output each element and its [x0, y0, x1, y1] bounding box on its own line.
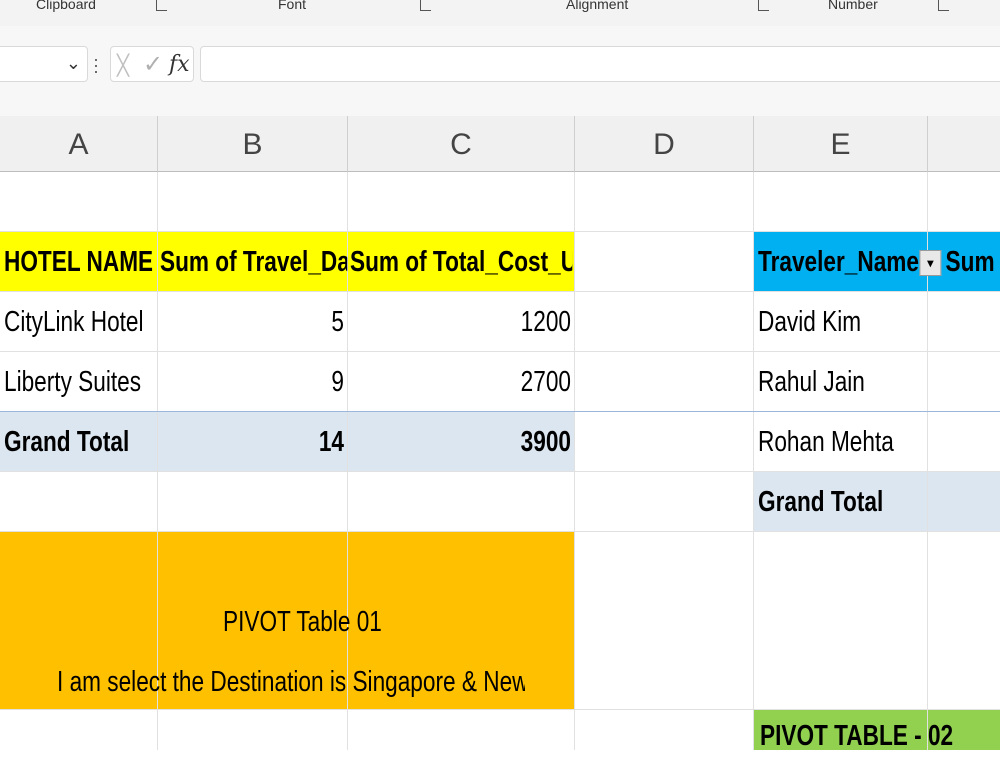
column-header-b[interactable]: B: [158, 116, 348, 172]
number-launcher-icon[interactable]: [938, 0, 949, 11]
pivot1-row1-days[interactable]: 5: [191, 292, 344, 352]
pivot2-row3-name[interactable]: Rohan Mehta: [758, 412, 914, 472]
pivot1-row1-hotel[interactable]: CityLink Hotel: [4, 292, 160, 352]
pivot1-header-travel-days[interactable]: Sum of Travel_Days: [160, 232, 347, 292]
pivot1-row2-cost[interactable]: 2700: [414, 352, 571, 412]
pivot1-row2-days[interactable]: 9: [191, 352, 344, 412]
pivot1-grand-total-cost[interactable]: 3900: [414, 412, 571, 472]
pivot2-header-sum: Sum of I: [945, 246, 1000, 278]
name-box[interactable]: ⌄: [0, 46, 88, 82]
pivot1-row1-cost[interactable]: 1200: [414, 292, 571, 352]
pivot2-row2-name[interactable]: Rahul Jain: [758, 352, 914, 412]
pivot1-grand-total-days[interactable]: 14: [191, 412, 344, 472]
formula-bar: ⌄ · · · ╳ ✓ fx: [0, 26, 1000, 116]
pivot2-title[interactable]: PIVOT TABLE - 02: [760, 710, 955, 762]
ribbon-group-clipboard: Clipboard: [36, 0, 96, 12]
ribbon-group-font: Font: [278, 0, 307, 12]
note-title[interactable]: PIVOT Table 01: [223, 592, 395, 652]
pivot1-row2-hotel[interactable]: Liberty Suites: [4, 352, 160, 412]
filter-dropdown-icon[interactable]: ▾: [919, 250, 942, 277]
cancel-icon[interactable]: ╳: [117, 53, 129, 78]
pivot2-header-label: Traveler_Name: [758, 246, 919, 278]
clipboard-launcher-icon[interactable]: [156, 0, 167, 11]
pivot1-grand-total-label[interactable]: Grand Total: [4, 412, 160, 472]
enter-icon[interactable]: ✓: [143, 50, 163, 79]
column-header-f[interactable]: [928, 116, 1000, 172]
column-header-c[interactable]: C: [348, 116, 575, 172]
column-header-a[interactable]: A: [0, 116, 158, 172]
column-header-d[interactable]: D: [575, 116, 754, 172]
column-header-e[interactable]: E: [754, 116, 928, 172]
insert-function-icon[interactable]: fx: [169, 52, 190, 77]
pivot1-header-hotel-name[interactable]: HOTEL NAME▾: [4, 232, 152, 292]
pivot2-grand-total-label[interactable]: Grand Total: [758, 472, 914, 532]
ribbon-bar: Clipboard Font Alignment Number: [0, 0, 1000, 27]
worksheet-grid[interactable]: HOTEL NAME▾ Sum of Travel_Days Sum of To…: [0, 172, 1000, 752]
formula-input[interactable]: [200, 46, 1000, 82]
pivot2-row1-name[interactable]: David Kim: [758, 292, 914, 352]
ribbon-group-number: Number: [828, 0, 878, 12]
ribbon-group-alignment: Alignment: [566, 0, 629, 12]
note-description[interactable]: I am select the Destination is Singapore…: [57, 652, 525, 712]
alignment-launcher-icon[interactable]: [758, 0, 769, 11]
formula-buttons: ╳ ✓ fx: [110, 46, 194, 82]
chevron-down-icon[interactable]: ⌄: [66, 53, 81, 74]
pivot1-header-total-cost[interactable]: Sum of Total_Cost_USD: [350, 232, 572, 292]
pivot1-header-label: HOTEL NAME: [4, 246, 153, 278]
font-launcher-icon[interactable]: [420, 0, 431, 11]
pivot2-header-traveler-name[interactable]: Traveler_Name▾ Sum of I: [758, 232, 1000, 292]
drag-handle-icon[interactable]: · · ·: [93, 50, 99, 80]
